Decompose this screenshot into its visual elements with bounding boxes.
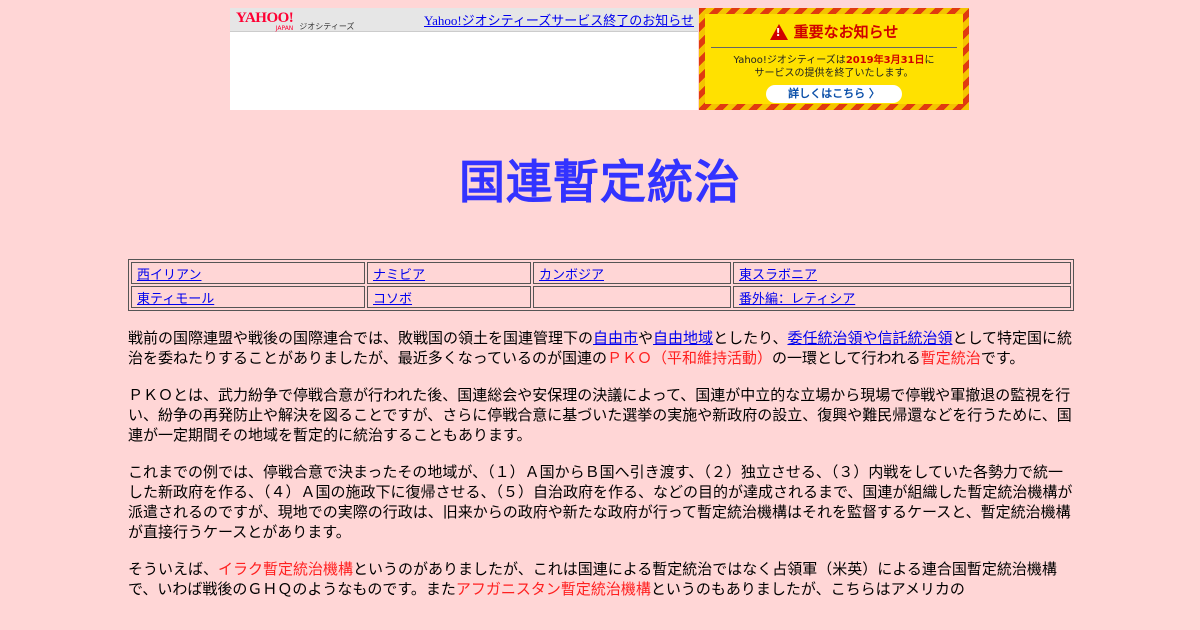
important-notice-header: 重要なお知らせ bbox=[711, 14, 957, 48]
link-free-city[interactable]: 自由市 bbox=[593, 329, 638, 347]
paragraph-iraq-afghanistan: そういえば、イラク暫定統治機構というのがありましたが、これは国連による暫定統治で… bbox=[128, 559, 1074, 599]
banner-bar: YAHOO! JAPAN ジオシティーズ Yahoo!ジオシティーズサービス終了… bbox=[230, 8, 698, 32]
text: としたり、 bbox=[713, 329, 788, 347]
text: 戦前の国際連盟や戦後の国際連合では、敗戦国の領土を国連管理下の bbox=[128, 329, 594, 347]
notice-text-3: サービスの提供を終了いたします。 bbox=[754, 68, 914, 79]
important-notice-banner[interactable]: 重要なお知らせ Yahoo!ジオシティーズは2019年3月31日に サービスの提… bbox=[699, 8, 969, 110]
table-cell: ナミビア bbox=[367, 262, 531, 284]
link-west-irian[interactable]: 西イリアン bbox=[137, 268, 201, 283]
link-east-timor[interactable]: 東ティモール bbox=[137, 292, 214, 307]
table-cell: 東ティモール bbox=[131, 286, 365, 308]
region-nav-table: 西イリアン ナミビア カンボジア 東スラボニア 東ティモール コソボ 番外編：レ… bbox=[128, 259, 1074, 311]
text: の一環として行われる bbox=[771, 349, 921, 367]
important-notice-body: Yahoo!ジオシティーズは2019年3月31日に サービスの提供を終了いたしま… bbox=[705, 54, 963, 80]
link-free-territory[interactable]: 自由地域 bbox=[653, 329, 713, 347]
text: や bbox=[638, 329, 654, 347]
link-cambodia[interactable]: カンボジア bbox=[539, 268, 604, 283]
highlight-pko: ＰＫＯ（平和維持活動） bbox=[606, 349, 772, 367]
table-cell: コソボ bbox=[367, 286, 531, 308]
table-cell: 西イリアン bbox=[131, 262, 365, 284]
yahoo-logo[interactable]: YAHOO! JAPAN ジオシティーズ bbox=[236, 7, 354, 32]
article-body: 戦前の国際連盟や戦後の国際連合では、敗戦国の領土を国連管理下の自由市や自由地域と… bbox=[128, 328, 1074, 616]
table-cell: カンボジア bbox=[533, 262, 731, 284]
notice-text-1: Yahoo!ジオシティーズは bbox=[733, 55, 846, 66]
yahoo-logo-text: YAHOO! bbox=[236, 10, 294, 26]
yahoo-logo-sub: JAPAN bbox=[275, 25, 294, 32]
paragraph-pko: ＰＫＯとは、武力紛争で停戦合意が行われた後、国連総会や安保理の決議によって、国連… bbox=[128, 386, 1072, 444]
table-cell: 東スラボニア bbox=[733, 262, 1071, 284]
notice-date: 2019年3月31日 bbox=[845, 55, 925, 66]
link-east-slavonia[interactable]: 東スラボニア bbox=[739, 268, 817, 283]
highlight-afghanistan: アフガニスタン暫定統治機構 bbox=[455, 580, 651, 598]
link-leticia[interactable]: 番外編：レティシア bbox=[739, 292, 855, 307]
warning-icon bbox=[769, 23, 788, 40]
table-row: 東ティモール コソボ 番外編：レティシア bbox=[131, 286, 1071, 308]
important-notice-panel: 重要なお知らせ Yahoo!ジオシティーズは2019年3月31日に サービスの提… bbox=[705, 14, 963, 104]
highlight-interim-admin: 暫定統治 bbox=[920, 349, 981, 367]
notice-text-2: に bbox=[924, 55, 935, 66]
link-kosovo[interactable]: コソボ bbox=[373, 292, 412, 307]
service-end-notice-link[interactable]: Yahoo!ジオシティーズサービス終了のお知らせ bbox=[424, 10, 694, 29]
table-cell: 番外編：レティシア bbox=[733, 286, 1071, 308]
table-row: 西イリアン ナミビア カンボジア 東スラボニア bbox=[131, 262, 1071, 284]
details-button[interactable]: 詳しくはこちら 〉 bbox=[766, 85, 902, 103]
geocities-banner: YAHOO! JAPAN ジオシティーズ Yahoo!ジオシティーズサービス終了… bbox=[230, 8, 698, 110]
table-cell-empty bbox=[533, 286, 731, 308]
paragraph-examples: これまでの例では、停戦合意で決まったその地域が、（１）Ａ国からＢ国へ引き渡す、（… bbox=[128, 463, 1073, 541]
link-namibia[interactable]: ナミビア bbox=[373, 268, 425, 283]
important-notice-title: 重要なお知らせ bbox=[793, 23, 899, 41]
geocities-label: ジオシティーズ bbox=[299, 22, 355, 31]
text: というのもありましたが、こちらはアメリカの bbox=[650, 580, 965, 598]
text: です。 bbox=[980, 349, 1025, 367]
highlight-iraq: イラク暫定統治機構 bbox=[218, 560, 354, 578]
text: そういえば、 bbox=[128, 560, 219, 578]
page-title: 国連暫定統治 bbox=[459, 155, 741, 209]
paragraph-intro: 戦前の国際連盟や戦後の国際連合では、敗戦国の領土を国連管理下の自由市や自由地域と… bbox=[128, 328, 1074, 368]
link-mandate-trust[interactable]: 委任統治領や信託統治領 bbox=[787, 329, 952, 347]
